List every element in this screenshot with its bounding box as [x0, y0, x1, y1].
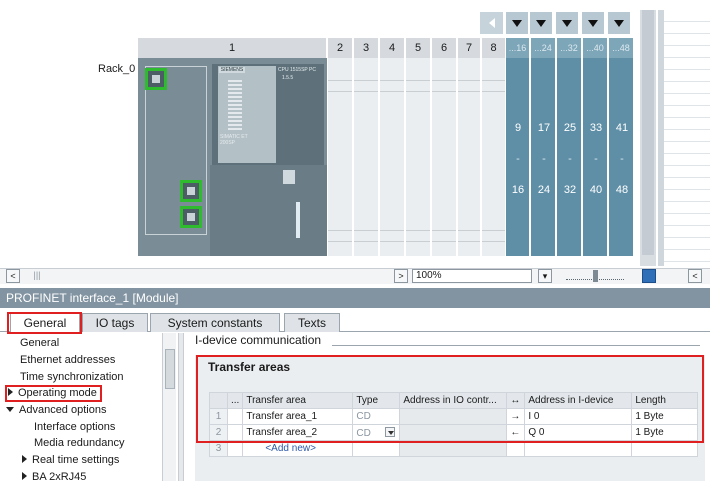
slot-header-5[interactable]: 5 — [406, 38, 431, 58]
rack-scroll-thumb[interactable] — [642, 10, 654, 255]
siemens-logo: SIEMENS — [219, 67, 245, 73]
scroll-left-icon[interactable] — [480, 12, 503, 34]
nav-tree: General Ethernet addresses Time synchron… — [0, 333, 165, 483]
device-view[interactable]: Rack_0 1 2 3 4 5 6 7 8 SIEMENS CPU 1515S… — [0, 0, 710, 268]
ext-slot-dash: - — [542, 153, 546, 165]
expand-caret-icon[interactable] — [22, 472, 27, 480]
cpu-vent — [228, 80, 242, 130]
ext-slot-end: 24 — [537, 184, 551, 196]
cpu-model-text: CPU 1515SP PC — [278, 67, 316, 73]
highlight-general-tab — [7, 312, 82, 334]
empty-slot-4[interactable] — [380, 58, 405, 256]
expand-arrow-icon[interactable] — [608, 12, 631, 34]
ext-slot-end: 40 — [589, 184, 603, 196]
zoom-dropdown-icon[interactable]: ▾ — [538, 269, 552, 283]
ext-slot-dash: - — [568, 153, 572, 165]
scroll-grip-icon[interactable]: ||| — [28, 269, 46, 283]
nav-item-time-synchronization[interactable]: Time synchronization — [20, 369, 124, 385]
collapse-caret-icon[interactable] — [6, 407, 14, 412]
ethernet-port-icon[interactable] — [145, 68, 167, 90]
nav-item-ethernet-addresses[interactable]: Ethernet addresses — [20, 352, 115, 368]
nav-scroll-thumb[interactable] — [165, 349, 175, 389]
slot-header-1[interactable]: 1 — [138, 38, 327, 58]
cpu-version-text: 1.5.5 — [282, 75, 294, 81]
nav-scrollbar[interactable] — [162, 333, 176, 481]
section-divider — [332, 345, 700, 346]
rack-label: Rack_0 — [98, 63, 136, 75]
tab-system-constants[interactable]: System constants — [150, 313, 280, 332]
slot-header-2[interactable]: 2 — [328, 38, 353, 58]
empty-slot-8[interactable] — [482, 58, 506, 256]
far-right-scroll-button[interactable]: < — [688, 269, 702, 283]
scroll-right-button[interactable]: > — [394, 269, 408, 283]
cpu-simatic-text: SIMATIC ET 200SP — [220, 134, 248, 146]
slot-header-8[interactable]: 8 — [482, 38, 506, 58]
highlight-operating-mode — [5, 385, 102, 402]
empty-slot-3[interactable] — [354, 58, 379, 256]
tab-texts[interactable]: Texts — [284, 313, 340, 332]
zoom-slider-thumb[interactable] — [593, 270, 598, 282]
tab-io-tags[interactable]: IO tags — [82, 313, 148, 332]
ethernet-port-icon[interactable] — [180, 180, 202, 202]
pane-splitter[interactable] — [178, 333, 184, 481]
ext-slot-header[interactable]: ...24 — [531, 38, 556, 58]
nav-item-label: BA 2xRJ45 — [32, 471, 87, 483]
empty-slot-2[interactable] — [328, 58, 353, 256]
ext-slot-header[interactable]: ...32 — [557, 38, 582, 58]
nav-item-label: Advanced options — [19, 404, 107, 416]
slot-header-3[interactable]: 3 — [354, 38, 379, 58]
ext-slot-header[interactable]: ...48 — [609, 38, 634, 58]
ext-slot-start: 17 — [537, 122, 551, 134]
overview-navigation-icon[interactable] — [642, 269, 656, 283]
nav-item-ba-2xrj45[interactable]: BA 2xRJ45 — [22, 469, 86, 485]
cpu-slot-slit — [296, 202, 300, 238]
empty-slot-6[interactable] — [432, 58, 457, 256]
slot-header-4[interactable]: 4 — [380, 38, 405, 58]
ext-slot-end: 48 — [615, 184, 629, 196]
ext-slot-start: 33 — [589, 122, 603, 134]
nav-item-advanced-options[interactable]: Advanced options — [6, 402, 106, 418]
ext-slot-start: 25 — [563, 122, 577, 134]
highlight-transfer-areas — [196, 355, 704, 443]
zoom-input[interactable]: 100% — [412, 269, 532, 283]
properties-title: PROFINET interface_1 [Module] — [0, 288, 710, 308]
ext-slot-dash: - — [620, 153, 624, 165]
empty-slot-5[interactable] — [406, 58, 431, 256]
expand-arrow-icon[interactable] — [556, 12, 579, 34]
server-module — [210, 165, 327, 256]
empty-slot-7[interactable] — [458, 58, 481, 256]
slot-header-7[interactable]: 7 — [458, 38, 481, 58]
section-title: I-device communication — [195, 333, 322, 347]
nav-item-general[interactable]: General — [20, 335, 59, 351]
expand-arrow-icon[interactable] — [506, 12, 529, 34]
nav-item-real-time-settings[interactable]: Real time settings — [22, 452, 119, 468]
ext-slot-header[interactable]: ...16 — [506, 38, 530, 58]
overview-grid — [658, 10, 710, 266]
ext-slot-dash: - — [516, 153, 520, 165]
ext-slot-end: 32 — [563, 184, 577, 196]
ext-slot-start: 9 — [514, 122, 522, 134]
scroll-left-button[interactable]: < — [6, 269, 20, 283]
ext-slot-end: 16 — [511, 184, 525, 196]
ext-slot-header[interactable]: ...40 — [583, 38, 608, 58]
nav-item-media-redundancy[interactable]: Media redundancy — [34, 435, 125, 451]
expand-caret-icon[interactable] — [22, 455, 27, 463]
cpu-front-panel — [218, 66, 276, 163]
ext-slot-start: 41 — [615, 122, 629, 134]
slot-header-6[interactable]: 6 — [432, 38, 457, 58]
cpu-indicator-icon — [283, 170, 295, 184]
nav-item-label: Real time settings — [32, 454, 120, 466]
ext-slot-dash: - — [594, 153, 598, 165]
nav-item-interface-options[interactable]: Interface options — [34, 419, 115, 435]
expand-arrow-icon[interactable] — [582, 12, 605, 34]
expand-arrow-icon[interactable] — [530, 12, 553, 34]
ethernet-port-icon[interactable] — [180, 206, 202, 228]
